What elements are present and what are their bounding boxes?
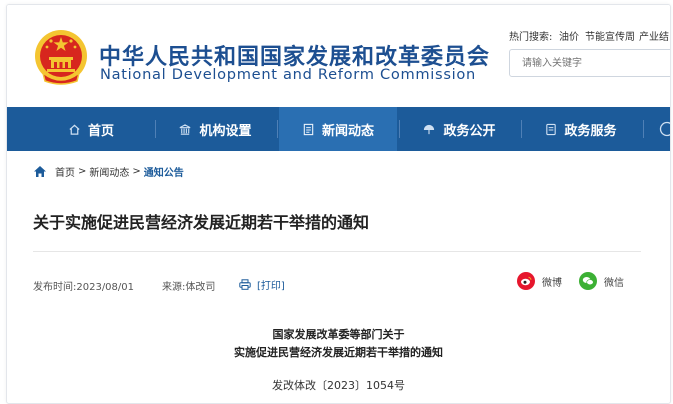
document-heading-line1: 国家发展改革委等部门关于: [272, 328, 405, 341]
article-title: 关于实施促进民营经济发展近期若干举措的通知: [33, 213, 370, 232]
hot-search-link[interactable]: 产业结: [639, 28, 669, 43]
nav-item-home[interactable]: 首页: [33, 107, 149, 151]
home-icon: [68, 123, 81, 136]
breadcrumb: 首页 > 新闻动态 > 通知公告: [33, 163, 184, 179]
nav-item-gov-services[interactable]: 政务服务: [523, 107, 639, 151]
share-weibo-label: 微博: [542, 277, 562, 289]
building-icon: [178, 123, 192, 136]
nav-item-label: 政务公开: [443, 123, 496, 139]
article-source: 来源:体改司: [162, 282, 216, 293]
breadcrumb-item-home[interactable]: 首页: [55, 164, 75, 179]
search-input[interactable]: [509, 49, 670, 77]
share-weibo[interactable]: 微博: [517, 272, 562, 290]
site-title-en: National Development and Reform Commissi…: [100, 66, 477, 83]
wechat-icon: [579, 272, 597, 290]
nav-item-label: 首页: [87, 123, 114, 139]
title-divider: [33, 251, 641, 252]
globe-icon[interactable]: [659, 121, 670, 141]
nav-item-label: 机构设置: [199, 123, 252, 139]
nav-item-gov-affairs[interactable]: 政务公开: [401, 107, 517, 151]
breadcrumb-separator: >: [132, 165, 141, 177]
breadcrumb-item-news[interactable]: 新闻动态: [89, 164, 129, 179]
nav-divider: [155, 120, 156, 138]
hot-search-link[interactable]: 油价: [559, 28, 579, 43]
home-icon[interactable]: [33, 165, 47, 178]
print-label: [打印]: [257, 281, 285, 292]
nav-item-label: 政务服务: [564, 123, 617, 139]
weibo-icon: [517, 272, 535, 290]
print-button[interactable]: [打印]: [239, 277, 285, 292]
nav-item-label: 新闻动态: [321, 123, 374, 139]
breadcrumb-item-notices[interactable]: 通知公告: [144, 164, 184, 179]
nav-divider: [521, 120, 522, 138]
news-icon: [302, 123, 315, 136]
nav-item-organization[interactable]: 机构设置: [157, 107, 273, 151]
hot-search-link[interactable]: 节能宣传周: [585, 28, 635, 43]
printer-icon: [239, 279, 251, 290]
nav-divider: [399, 120, 400, 138]
document-number: 发改体改〔2023〕1054号: [272, 379, 405, 392]
hot-search-label: 热门搜索:: [509, 32, 553, 43]
nav-item-news[interactable]: 新闻动态: [279, 107, 397, 151]
breadcrumb-separator: >: [78, 165, 87, 177]
main-nav: 首页 机构设置 新闻动态 政务公开 政务服务: [7, 107, 670, 151]
browser-page: 中华人民共和国国家发展和改革委员会 National Development a…: [6, 4, 671, 404]
publish-time: 发布时间:2023/08/01: [33, 282, 135, 293]
document-icon: [545, 123, 557, 136]
umbrella-icon: [422, 123, 436, 136]
national-emblem-icon: [35, 30, 87, 85]
nav-divider: [277, 120, 278, 138]
document-heading-line2: 实施促进民营经济发展近期若干举措的通知: [234, 346, 443, 359]
share-wechat[interactable]: 微信: [579, 272, 624, 290]
nav-divider: [643, 120, 644, 138]
share-wechat-label: 微信: [604, 277, 624, 289]
site-header: 中华人民共和国国家发展和改革委员会 National Development a…: [7, 5, 670, 107]
